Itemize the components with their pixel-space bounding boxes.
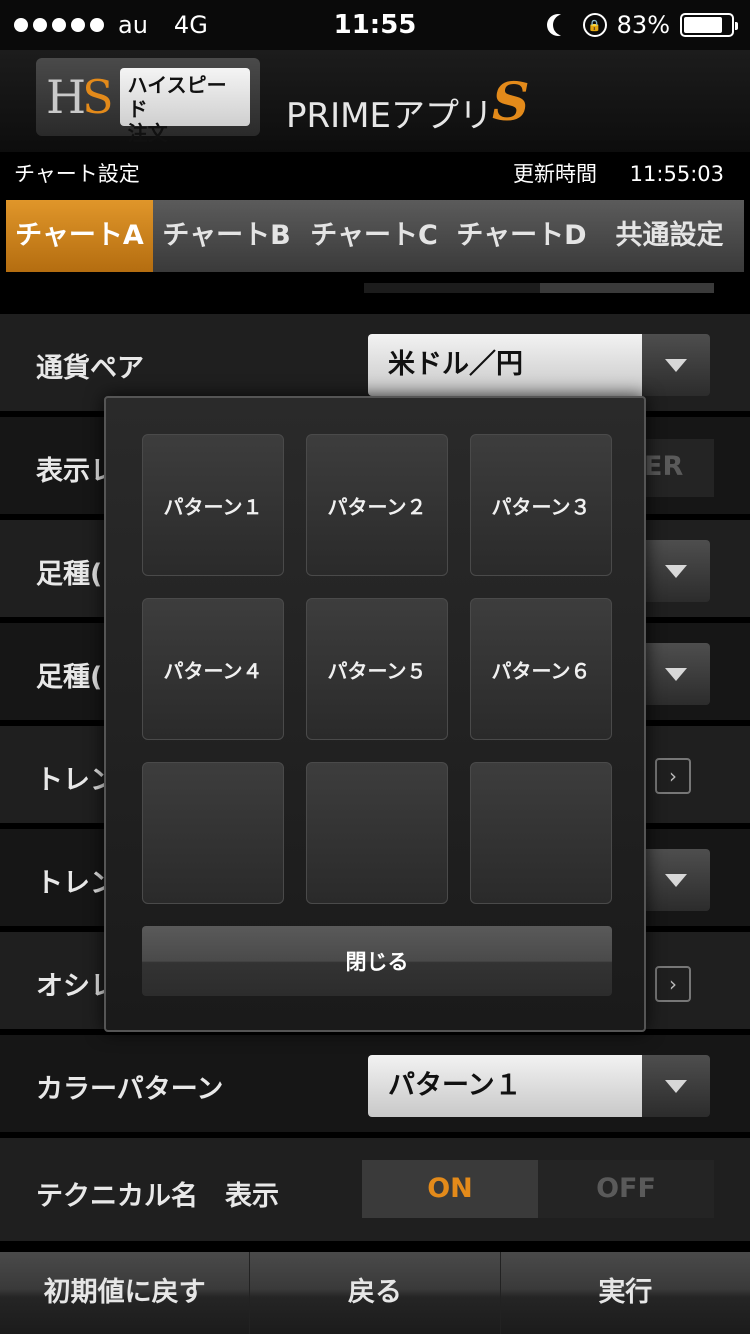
- pattern-4-button[interactable]: パターン４: [142, 598, 284, 740]
- app-title-logo-s: S: [492, 72, 530, 133]
- row-color-pattern: カラーパターン パターン１: [0, 1035, 750, 1135]
- close-button[interactable]: 閉じる: [142, 926, 612, 996]
- trend-1-chevron-right-icon[interactable]: ›: [655, 758, 691, 794]
- candle-2-label: 足種(: [36, 662, 103, 693]
- tab-chart-d[interactable]: チャートD: [448, 200, 595, 272]
- pattern-1-button[interactable]: パターン１: [142, 434, 284, 576]
- dropdown-arrow-icon: [642, 1055, 710, 1117]
- app-header: HS ハイスピード 注文 PRIMEアプリ S: [0, 50, 750, 152]
- execute-button[interactable]: 実行: [501, 1252, 750, 1334]
- oscillator-chevron-right-icon[interactable]: ›: [655, 966, 691, 1002]
- do-not-disturb-icon: [553, 14, 575, 36]
- pattern-6-button[interactable]: パターン６: [470, 598, 612, 740]
- candle-1-label: 足種(: [36, 559, 103, 590]
- color-pattern-value: パターン１: [368, 1055, 642, 1117]
- toggle-off-option[interactable]: OFF: [538, 1160, 714, 1218]
- pattern-picker-modal: パターン１ パターン２ パターン３ パターン４ パターン５ パターン６ 閉じる: [104, 396, 646, 1032]
- currency-pair-value: 米ドル／円: [368, 334, 642, 396]
- high-speed-order-button[interactable]: HS ハイスピード 注文: [36, 58, 260, 145]
- tab-chart-a[interactable]: チャートA: [6, 200, 153, 272]
- currency-pair-label: 通貨ペア: [36, 353, 144, 384]
- reset-defaults-button[interactable]: 初期値に戻す: [0, 1252, 251, 1334]
- battery-icon: [680, 13, 738, 37]
- pattern-empty-button[interactable]: [470, 762, 612, 904]
- dropdown-arrow-icon: [642, 334, 710, 396]
- technical-name-toggle[interactable]: ON OFF: [362, 1160, 714, 1218]
- update-time-value: 11:55:03: [629, 162, 724, 186]
- technical-name-label: テクニカル名 表示: [36, 1181, 279, 1212]
- toggle-on-option[interactable]: ON: [362, 1160, 538, 1218]
- pattern-empty-button[interactable]: [142, 762, 284, 904]
- update-time-group: 更新時間 11:55:03: [487, 158, 724, 188]
- color-pattern-label: カラーパターン: [36, 1074, 224, 1105]
- dropdown-arrow-icon: [642, 849, 710, 911]
- display-rate-fragment: ER: [644, 451, 684, 482]
- status-bar: au 4G 11:55 🔒 83%: [0, 0, 750, 50]
- color-pattern-select[interactable]: パターン１: [368, 1055, 710, 1117]
- pattern-2-button[interactable]: パターン２: [306, 434, 448, 576]
- dropdown-arrow-icon: [642, 540, 710, 602]
- battery-percent: 83%: [616, 11, 670, 39]
- tab-common-settings[interactable]: 共通設定: [595, 200, 744, 272]
- currency-pair-select[interactable]: 米ドル／円: [368, 334, 710, 396]
- tab-chart-b[interactable]: チャートB: [153, 200, 300, 272]
- bottom-action-bar: 初期値に戻す 戻る 実行: [0, 1252, 750, 1334]
- hs-logo-icon: HS: [46, 70, 114, 124]
- app-title: PRIMEアプリ: [286, 96, 493, 136]
- scroll-indicator: [364, 283, 714, 293]
- high-speed-order-label: ハイスピード 注文: [119, 68, 250, 145]
- dropdown-arrow-icon: [642, 643, 710, 705]
- pattern-empty-button[interactable]: [306, 762, 448, 904]
- chart-tabs: チャートA チャートB チャートC チャートD 共通設定: [6, 200, 744, 272]
- back-button[interactable]: 戻る: [250, 1252, 501, 1334]
- screen-title: チャート設定: [14, 162, 140, 186]
- row-technical-name: テクニカル名 表示 ON OFF: [0, 1138, 750, 1244]
- rotation-lock-icon: 🔒: [582, 13, 607, 37]
- pattern-3-button[interactable]: パターン３: [470, 434, 612, 576]
- display-rate-toggle-fragment[interactable]: ER: [640, 439, 714, 497]
- update-time-label: 更新時間: [512, 162, 597, 186]
- tab-chart-c[interactable]: チャートC: [300, 200, 448, 272]
- info-bar: チャート設定 更新時間 11:55:03: [0, 152, 750, 194]
- pattern-5-button[interactable]: パターン５: [306, 598, 448, 740]
- status-right: 🔒 83%: [545, 8, 738, 42]
